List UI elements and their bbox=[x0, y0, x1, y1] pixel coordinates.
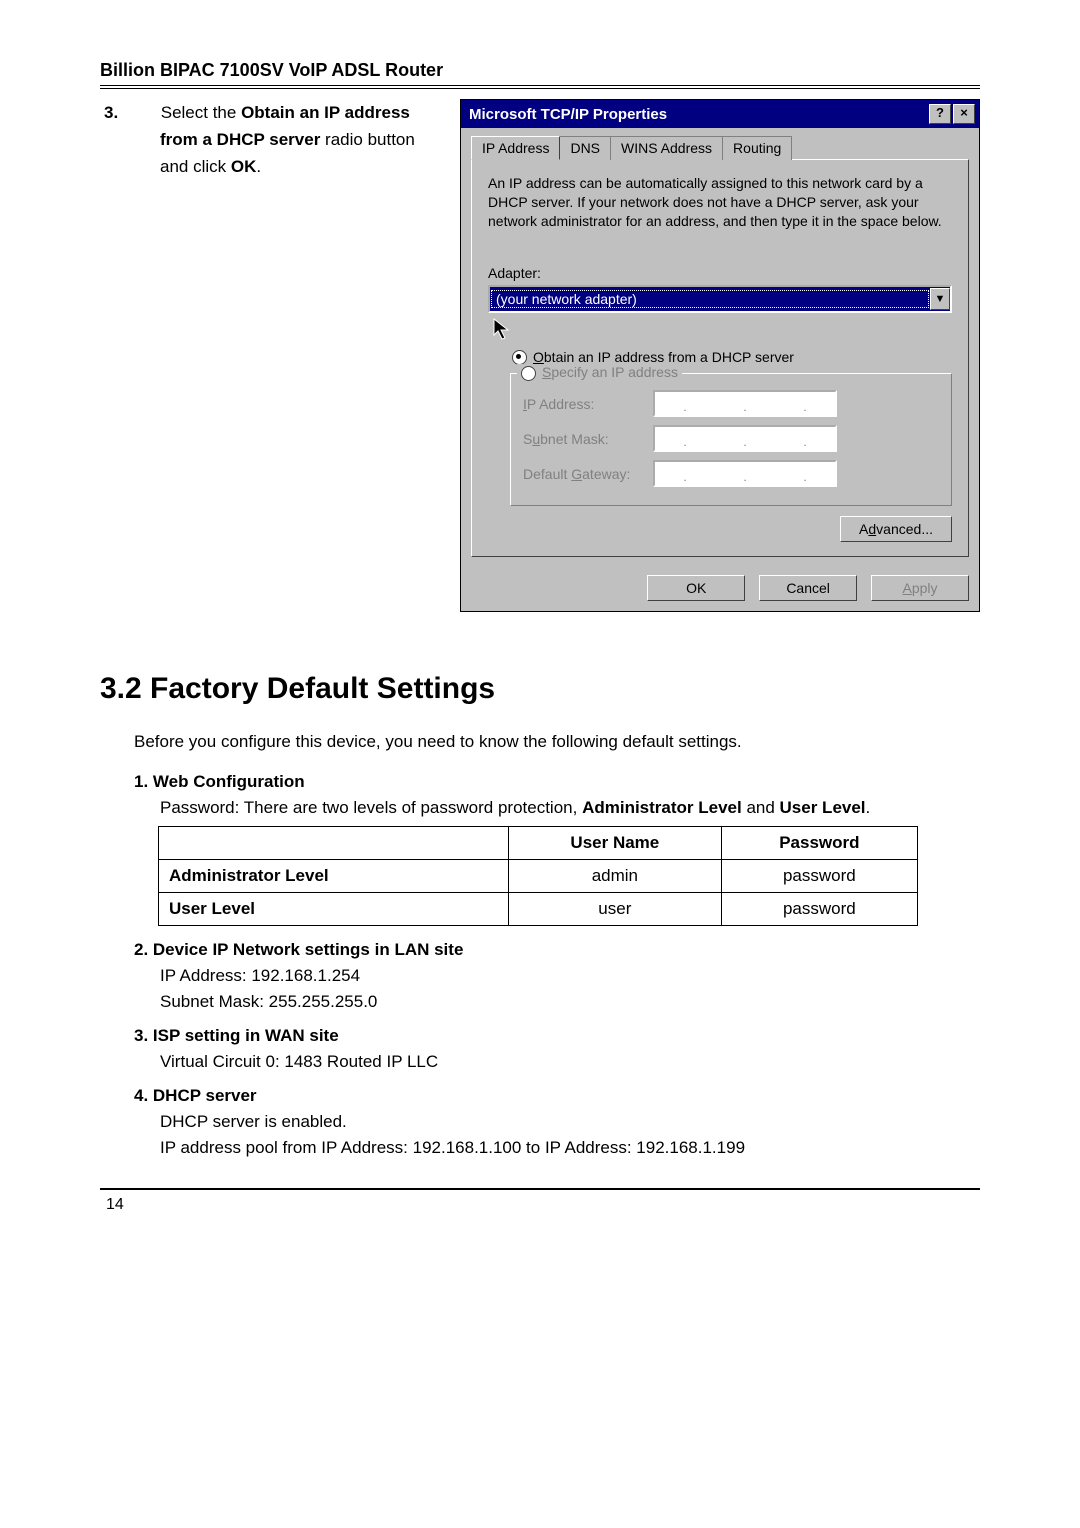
ok-button[interactable]: OK bbox=[647, 575, 745, 601]
radio-dhcp-label: OObtain an IP address from a DHCP server… bbox=[533, 349, 794, 365]
dialog-titlebar[interactable]: Microsoft TCP/IP Properties ? × bbox=[461, 100, 979, 128]
step-and-dialog: 3. Select the Obtain an IP address from … bbox=[100, 99, 980, 612]
adapter-combo[interactable]: (your network adapter) ▼ bbox=[488, 285, 952, 313]
page: Billion BIPAC 7100SV VoIP ADSL Router 3.… bbox=[0, 0, 1080, 1254]
section-heading: 3.2 Factory Default Settings bbox=[100, 672, 980, 706]
item-1-body: Password: There are two levels of passwo… bbox=[160, 798, 980, 818]
credentials-table: User Name Password Administrator Level a… bbox=[158, 826, 918, 926]
step-text-c: . bbox=[256, 157, 261, 176]
th-password: Password bbox=[721, 827, 917, 860]
cell-user: user bbox=[508, 893, 721, 926]
item-1-head: 1. Web Configuration bbox=[134, 772, 980, 792]
help-button[interactable]: ? bbox=[929, 104, 951, 124]
item-4-head: 4. DHCP server bbox=[134, 1086, 980, 1106]
tab-panel: An IP address can be automatically assig… bbox=[471, 159, 969, 557]
item-2-head: 2. Device IP Network settings in LAN sit… bbox=[134, 940, 980, 960]
th-blank bbox=[159, 827, 509, 860]
dialog-description: An IP address can be automatically assig… bbox=[488, 174, 952, 231]
subnet-mask-label: Subnet Mask:Subnet Mask: bbox=[523, 431, 653, 447]
tab-dns[interactable]: DNS bbox=[559, 136, 611, 160]
step-bold-2: OK bbox=[231, 157, 257, 176]
page-number: 14 bbox=[106, 1196, 980, 1214]
table-row: Administrator Level admin password bbox=[159, 860, 918, 893]
item-4-l1: DHCP server is enabled. bbox=[160, 1112, 980, 1132]
radio-specify[interactable]: Specify an IP addressSpecify an IP addre… bbox=[517, 364, 682, 381]
step-number: 3. bbox=[132, 99, 156, 126]
chevron-down-icon[interactable]: ▼ bbox=[930, 288, 950, 310]
specify-group: Specify an IP addressSpecify an IP addre… bbox=[510, 373, 952, 506]
radio-icon bbox=[521, 366, 536, 381]
item-4: 4. DHCP server DHCP server is enabled. I… bbox=[134, 1086, 980, 1158]
step-text-a: Select the bbox=[161, 103, 241, 122]
item-2: 2. Device IP Network settings in LAN sit… bbox=[134, 940, 980, 1012]
th-username: User Name bbox=[508, 827, 721, 860]
adapter-label: Adapter: bbox=[488, 265, 952, 281]
table-row: User Level user password bbox=[159, 893, 918, 926]
document-header: Billion BIPAC 7100SV VoIP ADSL Router bbox=[100, 60, 980, 81]
item-3-head: 3. ISP setting in WAN site bbox=[134, 1026, 980, 1046]
item-1: 1. Web Configuration Password: There are… bbox=[134, 772, 980, 818]
adapter-selected: (your network adapter) bbox=[491, 290, 929, 308]
item-2-l1: IP Address: 192.168.1.254 bbox=[160, 966, 980, 986]
tab-ip-address[interactable]: IP Address bbox=[471, 136, 560, 160]
cell-pass: password bbox=[721, 860, 917, 893]
ip-address-input[interactable]: ... bbox=[653, 390, 837, 417]
item-4-l2: IP address pool from IP Address: 192.168… bbox=[160, 1138, 980, 1158]
cursor-icon bbox=[488, 319, 952, 343]
cancel-button[interactable]: Cancel bbox=[759, 575, 857, 601]
tab-routing[interactable]: Routing bbox=[722, 136, 792, 160]
advanced-button[interactable]: Advanced...Advanced... bbox=[840, 516, 952, 542]
tcpip-dialog: Microsoft TCP/IP Properties ? × IP Addre… bbox=[460, 99, 980, 612]
step-text: 3. Select the Obtain an IP address from … bbox=[100, 99, 440, 181]
header-rule bbox=[100, 85, 980, 89]
dialog-title: Microsoft TCP/IP Properties bbox=[469, 106, 667, 123]
cell-user: admin bbox=[508, 860, 721, 893]
subnet-mask-input[interactable]: ... bbox=[653, 425, 837, 452]
default-gateway-label: Default Gateway:Default Gateway: bbox=[523, 466, 653, 482]
section-intro: Before you configure this device, you ne… bbox=[134, 732, 980, 752]
apply-button[interactable]: ApplyApply bbox=[871, 575, 969, 601]
tab-wins[interactable]: WINS Address bbox=[610, 136, 723, 160]
cell-level: Administrator Level bbox=[159, 860, 509, 893]
footer-rule bbox=[100, 1188, 980, 1190]
ip-address-label: IP Address:IP Address: bbox=[523, 396, 653, 412]
item-2-l2: Subnet Mask: 255.255.255.0 bbox=[160, 992, 980, 1012]
radio-icon bbox=[512, 350, 527, 365]
dialog-buttons: OK Cancel ApplyApply bbox=[461, 565, 979, 611]
tab-strip: IP Address DNS WINS Address Routing bbox=[471, 136, 969, 160]
item-3-l1: Virtual Circuit 0: 1483 Routed IP LLC bbox=[160, 1052, 980, 1072]
cell-pass: password bbox=[721, 893, 917, 926]
radio-dhcp[interactable]: OObtain an IP address from a DHCP server… bbox=[512, 349, 952, 366]
close-button[interactable]: × bbox=[953, 104, 975, 124]
default-gateway-input[interactable]: ... bbox=[653, 460, 837, 487]
cell-level: User Level bbox=[159, 893, 509, 926]
item-3: 3. ISP setting in WAN site Virtual Circu… bbox=[134, 1026, 980, 1072]
